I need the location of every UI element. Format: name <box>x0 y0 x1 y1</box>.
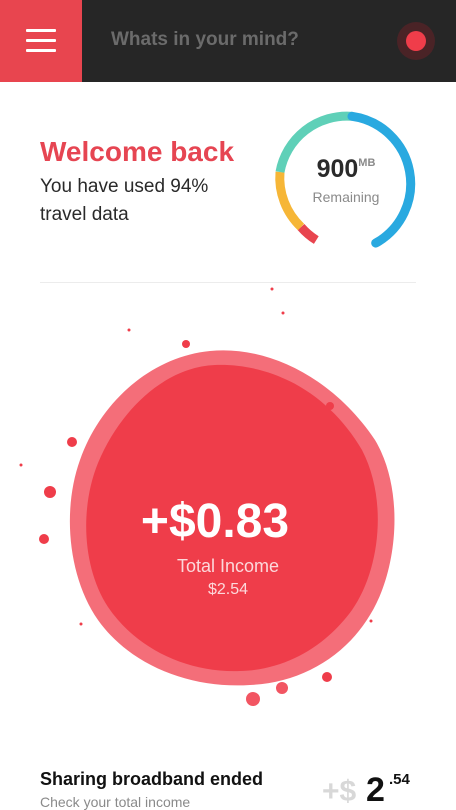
blob-drop <box>67 437 77 447</box>
blob-drop <box>79 622 83 626</box>
blob-drop <box>270 287 274 291</box>
data-usage-message: You have used 94% travel data <box>40 176 209 225</box>
gauge-unit: MB <box>358 157 376 169</box>
gauge-label: Remaining <box>312 189 380 205</box>
record-button[interactable] <box>397 22 435 60</box>
blob-drop <box>326 402 334 410</box>
menu-button[interactable] <box>0 0 82 82</box>
top-bar: Whats in your mind? <box>0 0 456 82</box>
blob-drop <box>44 486 56 498</box>
divider <box>40 282 416 283</box>
notification-title: Sharing broadband ended <box>40 769 264 789</box>
search-prompt[interactable]: Whats in your mind? <box>111 29 299 51</box>
blob-drop <box>276 682 288 694</box>
gauge-value: 900MB <box>290 155 402 184</box>
blob-drop <box>182 340 190 348</box>
gauge-arc-red <box>297 223 319 244</box>
blob-drop <box>39 534 49 544</box>
income-amount: +$0.83 <box>140 495 290 548</box>
welcome-title: Welcome back <box>40 136 235 167</box>
gauge-number: 900 <box>316 155 359 183</box>
notification-subtitle[interactable]: Check your total income <box>40 794 190 810</box>
amount-whole: 2 <box>366 771 385 809</box>
blob-drop <box>281 311 285 315</box>
blob-drop <box>322 672 332 682</box>
amount-sign: +$ <box>322 775 357 808</box>
blob-drop <box>246 692 260 706</box>
record-icon <box>406 31 426 51</box>
income-label: Total Income <box>176 556 280 576</box>
blob-drop <box>127 328 131 332</box>
notification-amount: +$ 2 .54 <box>322 767 432 810</box>
data-gauge <box>275 111 416 248</box>
amount-cents: .54 <box>389 771 410 788</box>
income-total: $2.54 <box>207 581 249 598</box>
blob-drop <box>19 463 23 467</box>
blob-drop <box>369 619 373 623</box>
